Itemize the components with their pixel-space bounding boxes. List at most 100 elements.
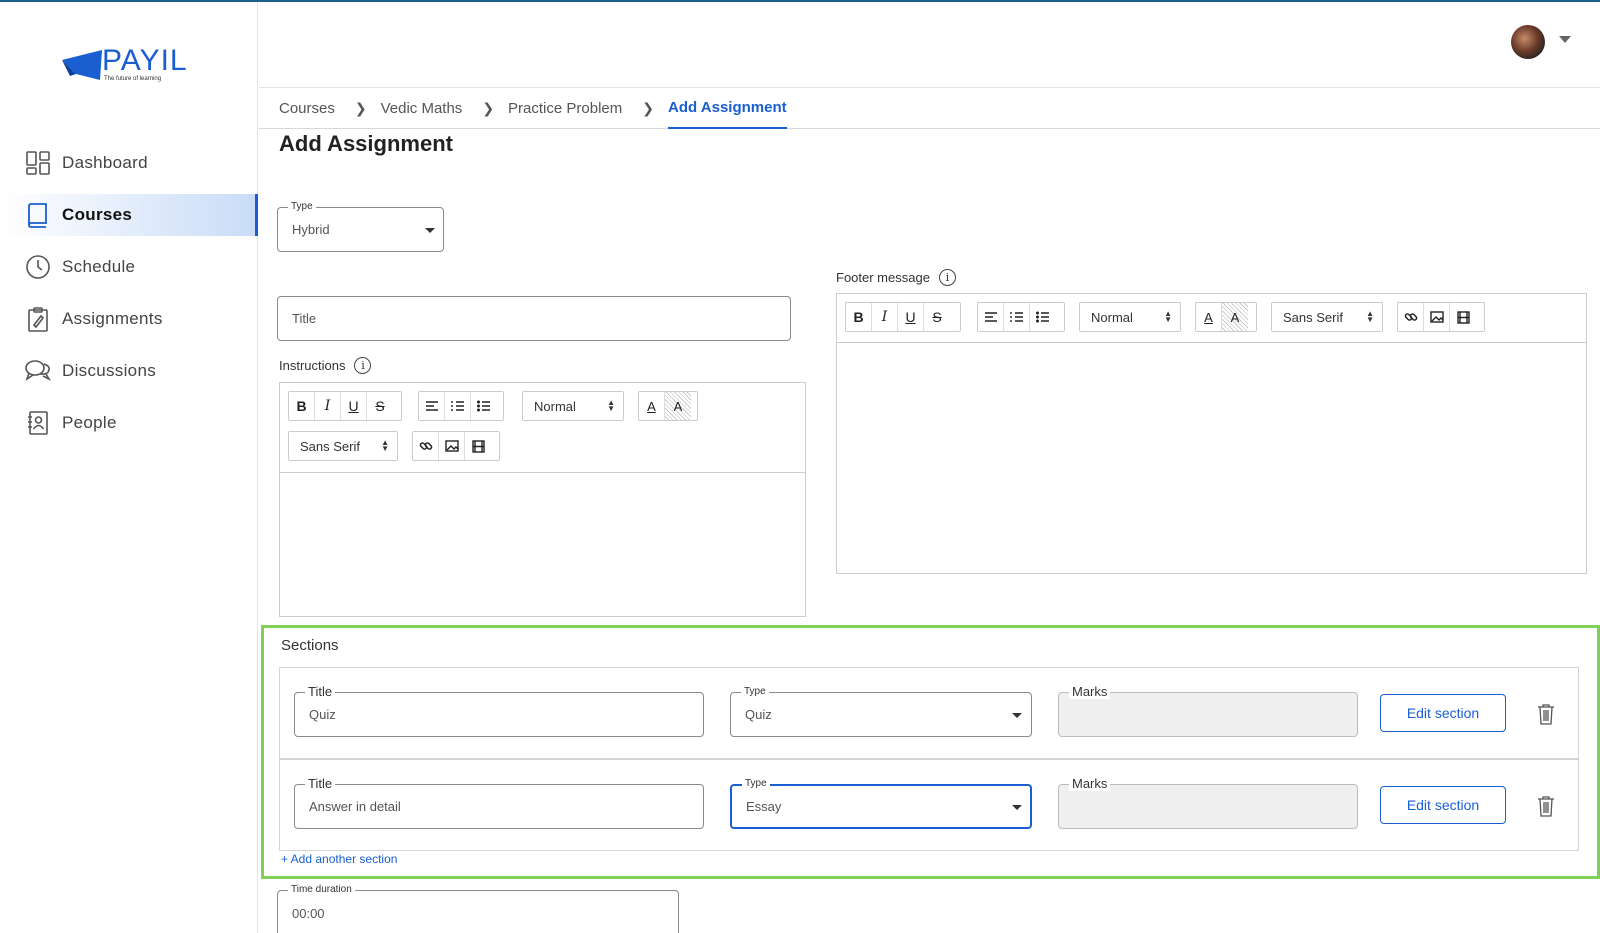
time-duration-input[interactable]: Time duration 00:00 bbox=[277, 884, 679, 933]
payil-logo[interactable]: PAYIL The future of learning bbox=[60, 42, 210, 92]
sidebar-item-label: Schedule bbox=[62, 257, 136, 276]
sections-panel: Sections Title Quiz Type Quiz Marks Edit… bbox=[261, 625, 1600, 879]
align-left-icon[interactable] bbox=[419, 392, 445, 420]
dashboard-icon bbox=[24, 149, 52, 177]
image-icon[interactable] bbox=[439, 432, 465, 460]
font-family-select[interactable]: Sans Serif ▲ ▼ bbox=[288, 431, 398, 461]
italic-button[interactable]: I bbox=[315, 392, 341, 420]
breadcrumb-add-assignment[interactable]: Add Assignment bbox=[668, 88, 787, 129]
bullet-list-icon[interactable] bbox=[471, 392, 497, 420]
sidebar-item-discussions[interactable]: Discussions bbox=[0, 350, 258, 392]
sidebar-item-dashboard[interactable]: Dashboard bbox=[0, 142, 258, 184]
sidebar: PAYIL The future of learning Dashboard C… bbox=[0, 2, 258, 933]
strikethrough-button[interactable]: S bbox=[924, 303, 950, 331]
sidebar-item-assignments[interactable]: Assignments bbox=[0, 298, 258, 340]
updown-icon: ▲ ▼ bbox=[1366, 309, 1374, 324]
section-type-value: Quiz bbox=[745, 707, 772, 722]
background-color-button[interactable]: A bbox=[665, 392, 691, 420]
add-section-link[interactable]: + Add another section bbox=[281, 852, 397, 866]
breadcrumb-courses[interactable]: Courses bbox=[279, 88, 335, 129]
section-marks-input[interactable]: Marks bbox=[1058, 776, 1358, 829]
section-type-select[interactable]: Type Essay bbox=[730, 778, 1032, 829]
bold-button[interactable]: B bbox=[846, 303, 872, 331]
section-row: Title Answer in detail Type Essay Marks … bbox=[279, 759, 1579, 851]
trash-icon[interactable] bbox=[1537, 795, 1555, 817]
edit-section-button[interactable]: Edit section bbox=[1380, 694, 1506, 732]
breadcrumb-vedic-maths[interactable]: Vedic Maths bbox=[381, 88, 463, 129]
video-icon[interactable] bbox=[1450, 303, 1476, 331]
align-left-icon[interactable] bbox=[978, 303, 1004, 331]
underline-button[interactable]: U bbox=[341, 392, 367, 420]
logo-mark-icon bbox=[62, 50, 102, 80]
chat-icon bbox=[24, 357, 52, 385]
section-marks-input[interactable]: Marks bbox=[1058, 684, 1358, 737]
sidebar-nav: Dashboard Courses Schedule Assignments D… bbox=[0, 142, 258, 454]
font-size-value: Normal bbox=[534, 398, 576, 414]
strikethrough-button[interactable]: S bbox=[367, 392, 393, 420]
sidebar-item-schedule[interactable]: Schedule bbox=[0, 246, 258, 288]
list-group bbox=[418, 391, 504, 421]
section-title-input[interactable]: Title Answer in detail bbox=[294, 776, 704, 829]
title-input[interactable]: Title bbox=[277, 296, 791, 341]
font-family-select[interactable]: Sans Serif ▲ ▼ bbox=[1271, 302, 1383, 332]
text-color-button[interactable]: A bbox=[1196, 303, 1222, 331]
sidebar-item-label: Courses bbox=[62, 205, 133, 224]
time-duration-label: Time duration bbox=[288, 884, 355, 895]
section-title-label: Title bbox=[305, 684, 336, 699]
font-family-value: Sans Serif bbox=[300, 438, 360, 454]
bold-button[interactable]: B bbox=[289, 392, 315, 420]
format-group: B I U S bbox=[288, 391, 402, 421]
sidebar-item-people[interactable]: People bbox=[0, 402, 258, 444]
link-icon[interactable] bbox=[1398, 303, 1424, 331]
format-group: B I U S bbox=[845, 302, 961, 332]
footer-label-text: Footer message bbox=[836, 270, 930, 285]
title-placeholder: Title bbox=[292, 311, 317, 326]
info-icon[interactable]: i bbox=[354, 357, 372, 374]
link-icon[interactable] bbox=[413, 432, 439, 460]
font-size-value: Normal bbox=[1091, 309, 1133, 325]
instructions-label: Instructions i bbox=[279, 357, 372, 374]
italic-button[interactable]: I bbox=[872, 303, 898, 331]
info-icon[interactable]: i bbox=[938, 269, 956, 286]
background-color-button[interactable]: A bbox=[1222, 303, 1248, 331]
caret-down-icon bbox=[425, 228, 435, 233]
section-title-input[interactable]: Title Quiz bbox=[294, 684, 704, 737]
list-group bbox=[977, 302, 1065, 332]
sidebar-item-label: Dashboard bbox=[62, 153, 148, 172]
chevron-down-icon[interactable] bbox=[1559, 36, 1571, 43]
section-row: Title Quiz Type Quiz Marks Edit section bbox=[279, 667, 1579, 759]
top-header bbox=[259, 2, 1600, 88]
avatar[interactable] bbox=[1511, 25, 1545, 59]
edit-section-button[interactable]: Edit section bbox=[1380, 786, 1506, 824]
section-type-value: Essay bbox=[746, 799, 782, 814]
breadcrumb-practice-problem[interactable]: Practice Problem bbox=[508, 88, 622, 129]
bullet-list-icon[interactable] bbox=[1030, 303, 1056, 331]
chevron-right-icon: ❯ bbox=[482, 99, 495, 116]
logo-wordmark: PAYIL bbox=[102, 44, 188, 77]
type-label: Type bbox=[288, 201, 316, 212]
section-marks-label: Marks bbox=[1069, 684, 1111, 699]
insert-group bbox=[1397, 302, 1485, 332]
breadcrumb: Courses ❯ Vedic Maths ❯ Practice Problem… bbox=[259, 88, 1600, 129]
video-icon[interactable] bbox=[465, 432, 491, 460]
instructions-label-text: Instructions bbox=[279, 358, 346, 373]
sidebar-item-courses[interactable]: Courses bbox=[0, 194, 258, 236]
footer-message-editor: B I U S Normal ▲ ▼ A A Sans Serif ▲ ▼ bbox=[836, 293, 1587, 574]
underline-button[interactable]: U bbox=[898, 303, 924, 331]
ordered-list-icon[interactable] bbox=[1004, 303, 1030, 331]
caret-down-icon bbox=[1012, 805, 1022, 810]
text-color-button[interactable]: A bbox=[639, 392, 665, 420]
font-size-select[interactable]: Normal ▲ ▼ bbox=[522, 391, 624, 421]
trash-icon[interactable] bbox=[1537, 703, 1555, 725]
section-title-value: Answer in detail bbox=[309, 799, 401, 814]
section-type-label: Type bbox=[742, 778, 770, 789]
sidebar-item-label: Assignments bbox=[62, 309, 163, 328]
people-icon bbox=[24, 409, 52, 437]
assignment-type-select[interactable]: Type Hybrid bbox=[277, 201, 444, 252]
ordered-list-icon[interactable] bbox=[445, 392, 471, 420]
font-size-select[interactable]: Normal ▲ ▼ bbox=[1079, 302, 1181, 332]
section-type-label: Type bbox=[741, 686, 769, 697]
image-icon[interactable] bbox=[1424, 303, 1450, 331]
color-group: A A bbox=[638, 391, 698, 421]
section-type-select[interactable]: Type Quiz bbox=[730, 686, 1032, 737]
